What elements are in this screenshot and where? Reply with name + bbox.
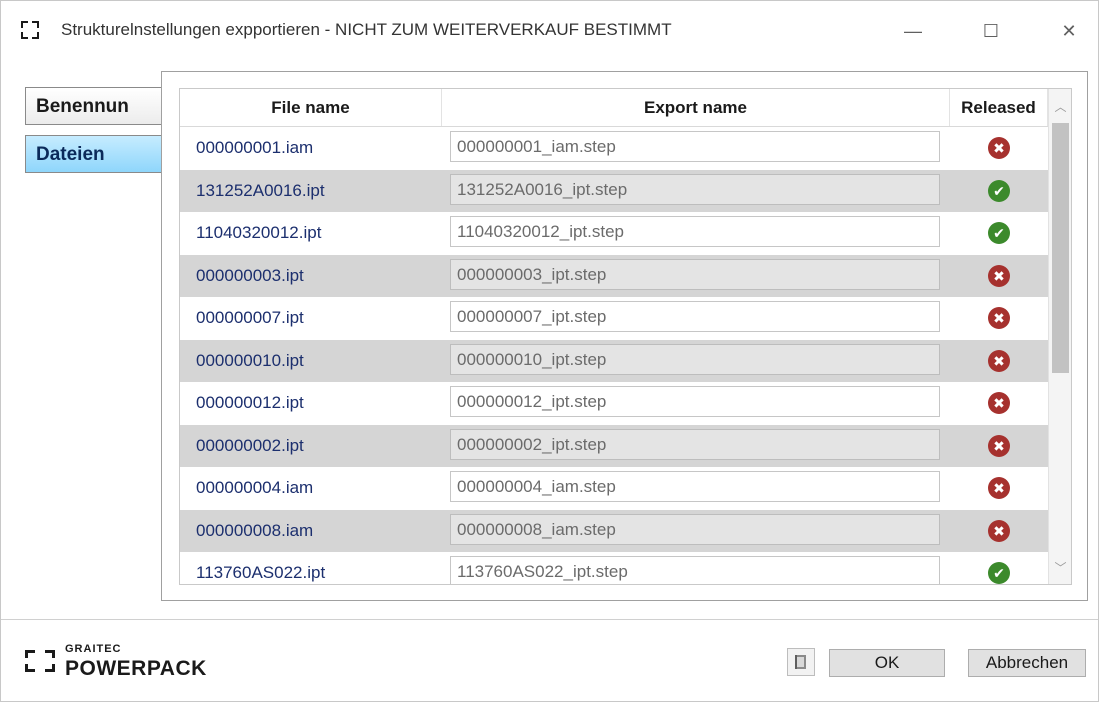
- scroll-thumb[interactable]: [1052, 123, 1069, 373]
- title-bar: Strukturelnstellungen expportieren - NIC…: [1, 1, 1098, 59]
- file-name-cell: 131252A0016.ipt: [196, 180, 325, 200]
- window-title: Strukturelnstellungen expportieren - NIC…: [61, 20, 672, 39]
- file-name-cell: 000000010.ipt: [196, 350, 304, 370]
- export-name-field[interactable]: 000000010_ipt.step: [450, 343, 940, 375]
- footer-divider: [1, 619, 1098, 620]
- not-released-x-icon: ✖: [988, 137, 1010, 159]
- files-panel: File name Export name Released 000000001…: [161, 71, 1088, 601]
- export-name-field[interactable]: 000000007_ipt.step: [450, 301, 940, 332]
- released-check-icon: ✔: [988, 222, 1010, 244]
- dialog-window: Strukturelnstellungen expportieren - NIC…: [0, 0, 1099, 702]
- help-button[interactable]: [787, 648, 815, 676]
- vertical-scrollbar[interactable]: ︿ ﹀: [1048, 89, 1071, 584]
- not-released-x-icon: ✖: [988, 477, 1010, 499]
- file-name-cell: 000000012.ipt: [196, 393, 304, 412]
- table-row[interactable]: 000000001.iam 000000001_iam.step ✖: [180, 127, 1048, 170]
- table-row[interactable]: 113760AS022.ipt 113760AS022_ipt.step ✔: [180, 552, 1048, 584]
- tab-benennung[interactable]: Benennun: [25, 87, 175, 125]
- file-name-cell: 000000004.iam: [196, 478, 314, 497]
- cancel-button[interactable]: Abbrechen: [968, 649, 1086, 677]
- column-header-file-name[interactable]: File name: [180, 89, 442, 126]
- export-name-field[interactable]: 000000008_iam.step: [450, 513, 940, 545]
- help-book-icon: [795, 655, 806, 669]
- table-row[interactable]: 000000003.ipt 000000003_ipt.step ✖: [180, 254, 1048, 297]
- not-released-x-icon: ✖: [988, 264, 1010, 287]
- minimize-button[interactable]: —: [889, 11, 937, 51]
- powerpack-logo-icon: [25, 650, 55, 672]
- file-name-cell: 11040320012.ipt: [196, 223, 322, 242]
- table-row[interactable]: 131252A0016.ipt 131252A0016_ipt.step ✔: [180, 169, 1048, 212]
- file-name-cell: 000000007.ipt: [196, 308, 304, 327]
- table-row[interactable]: 000000010.ipt 000000010_ipt.step ✖: [180, 339, 1048, 382]
- released-check-icon: ✔: [988, 562, 1010, 584]
- export-name-field[interactable]: 000000002_ipt.step: [450, 428, 940, 460]
- table-row[interactable]: 11040320012.ipt 11040320012_ipt.step ✔: [180, 212, 1048, 255]
- export-name-field[interactable]: 11040320012_ipt.step: [450, 216, 940, 247]
- file-name-cell: 000000001.iam: [196, 138, 314, 157]
- column-header-export-name[interactable]: Export name: [442, 89, 950, 126]
- ok-button[interactable]: OK: [829, 649, 945, 677]
- file-name-cell: 000000002.ipt: [196, 435, 304, 455]
- files-grid: File name Export name Released 000000001…: [179, 88, 1072, 585]
- logo-product-text: POWERPACK: [65, 657, 207, 680]
- table-row[interactable]: 000000007.ipt 000000007_ipt.step ✖: [180, 297, 1048, 340]
- export-name-field[interactable]: 113760AS022_ipt.step: [450, 556, 940, 584]
- maximize-button[interactable]: ☐: [967, 11, 1015, 51]
- file-name-cell: 113760AS022.ipt: [196, 563, 326, 582]
- grid-header: File name Export name Released: [180, 89, 1048, 127]
- export-name-field[interactable]: 000000012_ipt.step: [450, 386, 940, 417]
- file-name-cell: 000000003.ipt: [196, 265, 304, 285]
- tab-dateien[interactable]: Dateien: [25, 135, 175, 173]
- scroll-up-icon[interactable]: ︿: [1049, 89, 1071, 123]
- scroll-down-icon[interactable]: ﹀: [1049, 551, 1071, 583]
- export-name-field[interactable]: 000000001_iam.step: [450, 131, 940, 162]
- not-released-x-icon: ✖: [988, 519, 1010, 542]
- close-button[interactable]: ✕: [1045, 11, 1093, 51]
- file-name-cell: 000000008.iam: [196, 520, 314, 540]
- export-name-field[interactable]: 000000003_ipt.step: [450, 258, 940, 290]
- table-row[interactable]: 000000008.iam 000000008_iam.step ✖: [180, 509, 1048, 552]
- released-check-icon: ✔: [988, 179, 1010, 202]
- table-row[interactable]: 000000012.ipt 000000012_ipt.step ✖: [180, 382, 1048, 425]
- not-released-x-icon: ✖: [988, 392, 1010, 414]
- export-name-field[interactable]: 000000004_iam.step: [450, 471, 940, 502]
- not-released-x-icon: ✖: [988, 434, 1010, 457]
- graitec-powerpack-logo: GRAITEC POWERPACK: [23, 641, 223, 685]
- not-released-x-icon: ✖: [988, 349, 1010, 372]
- not-released-x-icon: ✖: [988, 307, 1010, 329]
- table-row[interactable]: 000000004.iam 000000004_iam.step ✖: [180, 467, 1048, 510]
- table-row[interactable]: 000000002.ipt 000000002_ipt.step ✖: [180, 424, 1048, 467]
- column-header-released[interactable]: Released: [950, 89, 1048, 126]
- logo-brand-text: GRAITEC: [65, 643, 122, 655]
- app-icon: [19, 19, 41, 41]
- export-name-field[interactable]: 131252A0016_ipt.step: [450, 173, 940, 205]
